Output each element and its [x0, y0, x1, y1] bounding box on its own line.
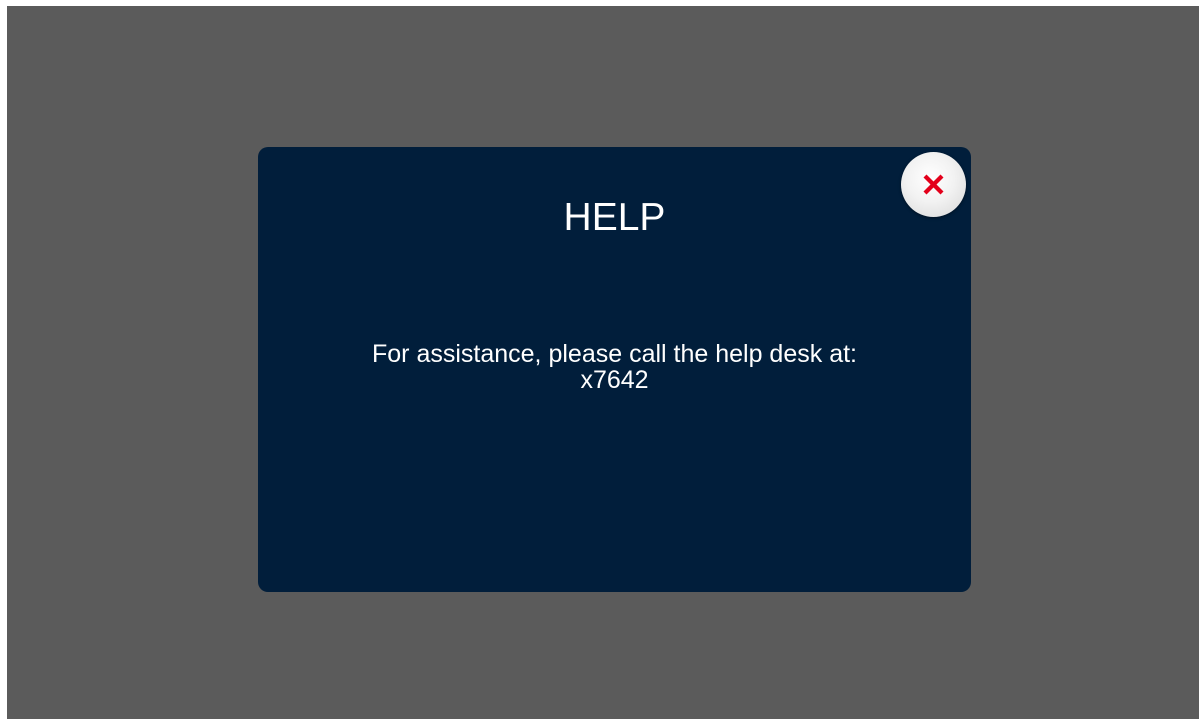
dialog-message: For assistance, please call the help des…	[258, 341, 971, 393]
message-text: For assistance, please call the help des…	[372, 340, 857, 368]
help-desk-extension: x7642	[580, 366, 649, 394]
close-button[interactable]	[901, 152, 966, 217]
close-icon	[923, 174, 944, 195]
help-dialog: HELP For assistance, please call the hel…	[258, 147, 971, 592]
dialog-title: HELP	[563, 196, 666, 239]
